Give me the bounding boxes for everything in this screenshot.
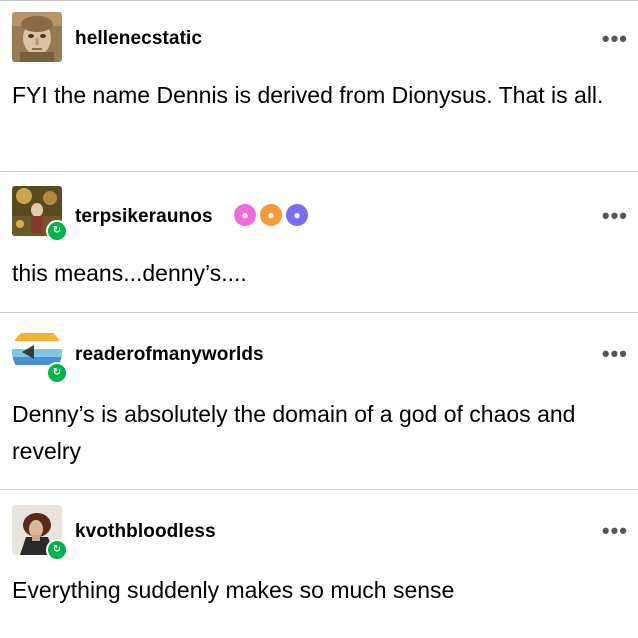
post-username[interactable]: terpsikeraunos: [75, 206, 213, 228]
more-options-icon[interactable]: •••: [602, 26, 628, 52]
more-options-icon[interactable]: •••: [602, 203, 628, 229]
post-username[interactable]: hellenecstatic: [75, 28, 202, 50]
post-username[interactable]: kvothbloodless: [75, 521, 216, 543]
post-body: this means...denny’s....: [12, 260, 247, 286]
reblog-icon: ↻: [46, 220, 68, 242]
reblog-icon: ↻: [46, 362, 68, 384]
reblog-icon: ↻: [46, 539, 68, 561]
purple-paw-badge-icon[interactable]: ●: [286, 204, 308, 226]
post-divider: [0, 312, 638, 313]
post-username[interactable]: readerofmanyworlds: [75, 344, 264, 366]
user-badges: ● ● ●: [234, 204, 308, 226]
orange-paw-badge-icon[interactable]: ●: [260, 204, 282, 226]
statue-head-avatar[interactable]: [12, 12, 62, 62]
post-body: Denny’s is absolutely the domain of a go…: [12, 401, 576, 464]
more-options-icon[interactable]: •••: [602, 518, 628, 544]
pink-paw-badge-icon[interactable]: ●: [234, 204, 256, 226]
post-divider: [0, 171, 638, 172]
post-divider: [0, 489, 638, 490]
post-body: Everything suddenly makes so much sense: [12, 577, 455, 603]
top-border: [0, 0, 638, 1]
more-options-icon[interactable]: •••: [602, 341, 628, 367]
post-body: FYI the name Dennis is derived from Dion…: [12, 82, 604, 108]
